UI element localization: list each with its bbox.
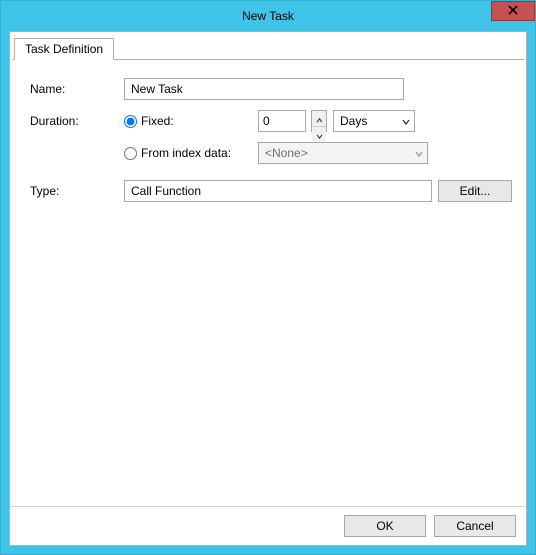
chevron-down-icon xyxy=(402,114,410,128)
type-label: Type: xyxy=(24,184,124,198)
chevron-up-icon xyxy=(316,111,323,126)
type-input[interactable] xyxy=(124,180,432,202)
close-button[interactable] xyxy=(491,1,535,21)
radio-fixed-label: Fixed: xyxy=(141,114,174,128)
row-duration-index: From index data: <None> xyxy=(24,142,512,164)
radio-fixed[interactable] xyxy=(124,115,137,128)
duration-unit-select[interactable]: Days xyxy=(333,110,415,132)
row-type: Type: Edit... xyxy=(24,180,512,202)
radio-index-label: From index data: xyxy=(141,146,231,160)
duration-unit-value: Days xyxy=(340,114,367,128)
duration-spinner xyxy=(311,110,327,132)
duration-label: Duration: xyxy=(24,114,124,128)
spinner-up-button[interactable] xyxy=(312,111,326,127)
dialog-window: New Task Task Definition Name: xyxy=(0,0,536,555)
row-name: Name: xyxy=(24,78,512,100)
cancel-button-label: Cancel xyxy=(456,519,493,533)
cancel-button[interactable]: Cancel xyxy=(434,515,516,537)
client-area: Task Definition Name: Duration: Fixed: xyxy=(9,31,527,546)
radio-fixed-wrap[interactable]: Fixed: xyxy=(124,114,252,128)
edit-button-label: Edit... xyxy=(460,184,491,198)
window-frame: Task Definition Name: Duration: Fixed: xyxy=(1,31,535,554)
edit-button[interactable]: Edit... xyxy=(438,180,512,202)
tabstrip: Task Definition xyxy=(10,36,526,60)
ok-button[interactable]: OK xyxy=(344,515,426,537)
close-icon xyxy=(508,4,518,18)
window-title: New Task xyxy=(1,9,535,23)
duration-value-input[interactable] xyxy=(258,110,306,132)
radio-index-wrap[interactable]: From index data: xyxy=(124,146,252,160)
tab-label: Task Definition xyxy=(25,42,103,56)
row-duration-fixed: Duration: Fixed: xyxy=(24,110,512,132)
radio-from-index[interactable] xyxy=(124,147,137,160)
ok-button-label: OK xyxy=(376,519,393,533)
index-data-value: <None> xyxy=(265,146,308,160)
index-data-select: <None> xyxy=(258,142,428,164)
tab-task-definition[interactable]: Task Definition xyxy=(14,38,114,60)
form-content: Name: Duration: Fixed: xyxy=(10,60,526,506)
chevron-down-icon xyxy=(415,146,423,160)
titlebar: New Task xyxy=(1,1,535,31)
chevron-down-icon xyxy=(316,127,323,142)
dialog-footer: OK Cancel xyxy=(10,506,526,545)
name-input[interactable] xyxy=(124,78,404,100)
name-label: Name: xyxy=(24,82,124,96)
spinner-down-button[interactable] xyxy=(312,127,326,142)
